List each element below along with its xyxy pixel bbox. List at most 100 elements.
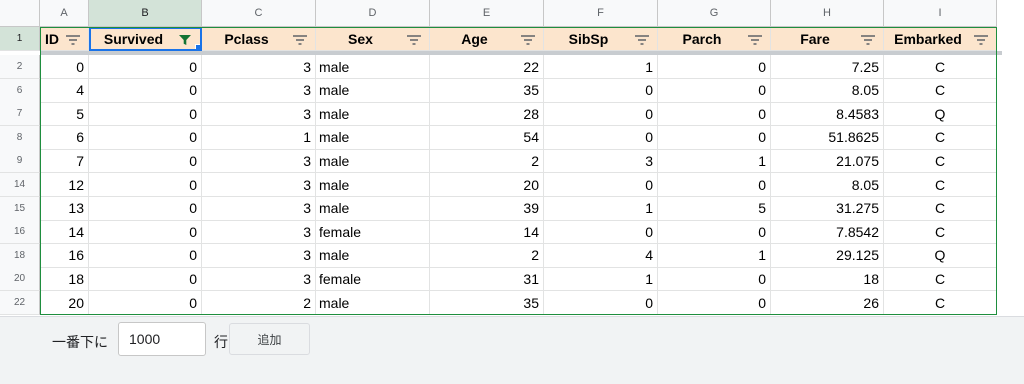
cell-parch[interactable]: 1 (658, 149, 771, 174)
row-number[interactable]: 7 (0, 102, 40, 127)
row-number[interactable]: 16 (0, 220, 40, 245)
cell-sibsp[interactable]: 0 (544, 102, 658, 127)
cell-age[interactable]: 20 (430, 173, 544, 197)
cell-survived[interactable]: 0 (89, 125, 202, 150)
cell-sex[interactable]: male (316, 125, 430, 150)
header-cell-id[interactable]: ID (40, 27, 89, 51)
cell-age[interactable]: 35 (430, 291, 544, 315)
cell-sibsp[interactable]: 1 (544, 55, 658, 79)
rows-count-input[interactable] (118, 322, 206, 356)
cell-age[interactable]: 31 (430, 267, 544, 292)
cell-sex[interactable]: male (316, 149, 430, 174)
row-number[interactable]: 15 (0, 196, 40, 221)
cell-sibsp[interactable]: 0 (544, 78, 658, 103)
cell-sex[interactable]: male (316, 196, 430, 221)
row-number[interactable]: 18 (0, 243, 40, 268)
row-number[interactable]: 6 (0, 78, 40, 103)
cell-pclass[interactable]: 3 (202, 243, 316, 268)
cell-id[interactable]: 16 (40, 243, 89, 268)
row-number[interactable]: 9 (0, 149, 40, 174)
filter-icon[interactable] (291, 33, 309, 45)
cell-sibsp[interactable]: 3 (544, 149, 658, 174)
cell-embarked[interactable]: C (884, 220, 997, 245)
cell-embarked[interactable]: C (884, 78, 997, 103)
cell-fare[interactable]: 21.075 (771, 149, 884, 174)
cell-embarked[interactable]: Q (884, 243, 997, 268)
filter-icon[interactable] (633, 33, 651, 45)
cell-id[interactable]: 13 (40, 196, 89, 221)
header-cell-sibsp[interactable]: SibSp (544, 27, 658, 51)
cell-age[interactable]: 35 (430, 78, 544, 103)
cell-pclass[interactable]: 3 (202, 267, 316, 292)
cell-age[interactable]: 22 (430, 55, 544, 79)
header-cell-fare[interactable]: Fare (771, 27, 884, 51)
cell-sex[interactable]: male (316, 243, 430, 268)
cell-age[interactable]: 39 (430, 196, 544, 221)
cell-embarked[interactable]: C (884, 291, 997, 315)
cell-sex[interactable]: female (316, 267, 430, 292)
cell-sex[interactable]: male (316, 55, 430, 79)
cell-sibsp[interactable]: 4 (544, 243, 658, 268)
cell-sex[interactable]: female (316, 220, 430, 245)
cell-survived[interactable]: 0 (89, 149, 202, 174)
cell-id[interactable]: 20 (40, 291, 89, 315)
cell-sex[interactable]: male (316, 173, 430, 197)
row-number[interactable]: 20 (0, 267, 40, 292)
cell-parch[interactable]: 1 (658, 243, 771, 268)
cell-embarked[interactable]: C (884, 267, 997, 292)
cell-survived[interactable]: 0 (89, 220, 202, 245)
cell-parch[interactable]: 0 (658, 78, 771, 103)
cell-id[interactable]: 7 (40, 149, 89, 174)
filter-icon[interactable] (972, 33, 990, 45)
cell-id[interactable]: 12 (40, 173, 89, 197)
cell-parch[interactable]: 5 (658, 196, 771, 221)
cell-id[interactable]: 4 (40, 78, 89, 103)
filter-icon[interactable] (746, 33, 764, 45)
cell-sex[interactable]: male (316, 78, 430, 103)
cell-fare[interactable]: 18 (771, 267, 884, 292)
header-cell-survived[interactable]: Survived (89, 27, 202, 51)
cell-age[interactable]: 54 (430, 125, 544, 150)
cell-survived[interactable]: 0 (89, 173, 202, 197)
corner-cell[interactable] (0, 0, 40, 27)
cell-pclass[interactable]: 3 (202, 220, 316, 245)
cell-pclass[interactable]: 3 (202, 173, 316, 197)
cell-parch[interactable]: 0 (658, 55, 771, 79)
cell-sibsp[interactable]: 1 (544, 267, 658, 292)
cell-sex[interactable]: male (316, 291, 430, 315)
cell-embarked[interactable]: C (884, 173, 997, 197)
cell-survived[interactable]: 0 (89, 55, 202, 79)
column-header-g[interactable]: G (658, 0, 771, 27)
cell-age[interactable]: 28 (430, 102, 544, 127)
cell-parch[interactable]: 0 (658, 102, 771, 127)
column-header-f[interactable]: F (544, 0, 658, 27)
filter-icon[interactable] (859, 33, 877, 45)
cell-pclass[interactable]: 3 (202, 196, 316, 221)
row-number[interactable]: 8 (0, 125, 40, 150)
cell-id[interactable]: 18 (40, 267, 89, 292)
cell-survived[interactable]: 0 (89, 102, 202, 127)
cell-pclass[interactable]: 3 (202, 149, 316, 174)
cell-parch[interactable]: 0 (658, 267, 771, 292)
filter-active-icon[interactable] (176, 33, 194, 45)
cell-embarked[interactable]: C (884, 55, 997, 79)
cell-embarked[interactable]: C (884, 149, 997, 174)
cell-parch[interactable]: 0 (658, 220, 771, 245)
add-rows-button[interactable]: 追加 (229, 323, 310, 355)
header-cell-pclass[interactable]: Pclass (202, 27, 316, 51)
cell-id[interactable]: 6 (40, 125, 89, 150)
header-cell-parch[interactable]: Parch (658, 27, 771, 51)
cell-fare[interactable]: 29.125 (771, 243, 884, 268)
cell-id[interactable]: 5 (40, 102, 89, 127)
cell-pclass[interactable]: 2 (202, 291, 316, 315)
cell-sibsp[interactable]: 0 (544, 220, 658, 245)
cell-fare[interactable]: 7.8542 (771, 220, 884, 245)
cell-sex[interactable]: male (316, 102, 430, 127)
column-header-b[interactable]: B (89, 0, 202, 27)
header-cell-sex[interactable]: Sex (316, 27, 430, 51)
cell-fare[interactable]: 26 (771, 291, 884, 315)
cell-sibsp[interactable]: 1 (544, 196, 658, 221)
cell-fare[interactable]: 31.275 (771, 196, 884, 221)
column-header-i[interactable]: I (884, 0, 997, 27)
filter-icon[interactable] (64, 33, 82, 45)
